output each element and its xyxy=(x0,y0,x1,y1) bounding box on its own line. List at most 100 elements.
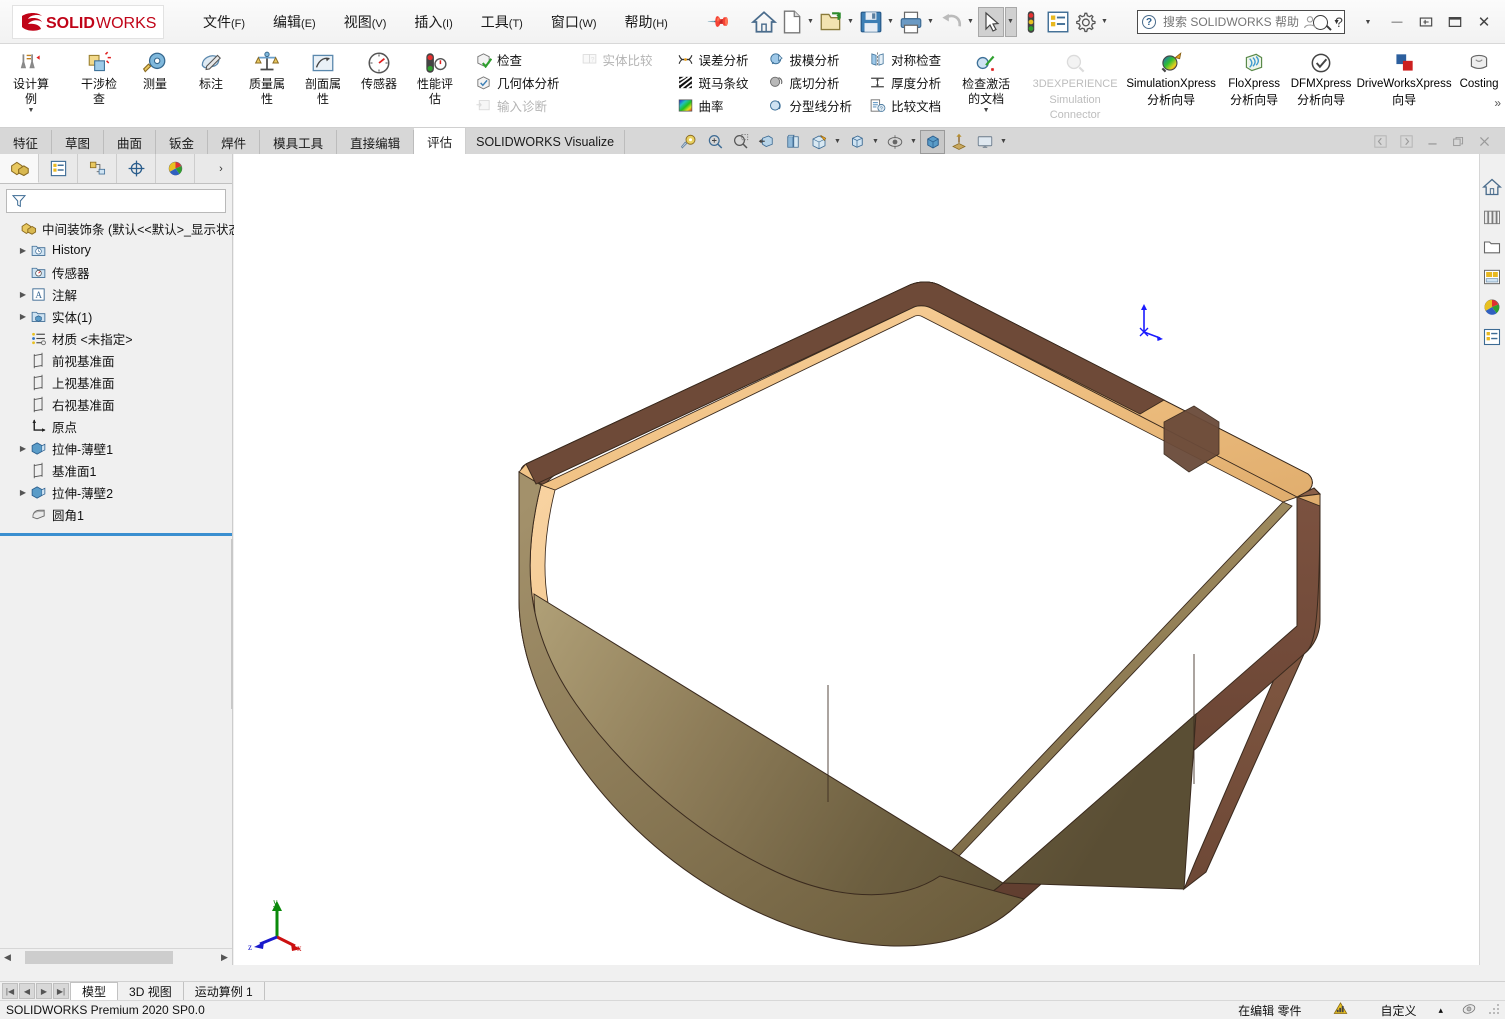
import-diagnostics-button[interactable]: 输入诊断 xyxy=(472,94,566,117)
3dexperience-simulation-connector-button[interactable]: 3DEXPERIENCE Simulation Connector xyxy=(1029,46,1121,123)
save-icon[interactable] xyxy=(858,7,884,37)
select-arrow-icon[interactable] xyxy=(977,6,1004,37)
view-palette-icon[interactable] xyxy=(1479,262,1505,292)
tab-next-icon[interactable]: ▶ xyxy=(36,983,52,999)
design-study-dropdown[interactable]: ▼ xyxy=(28,107,35,114)
search-input[interactable] xyxy=(1161,14,1314,30)
pin-icon[interactable]: 📌 xyxy=(706,9,732,34)
zebra-stripes-button[interactable]: 斑马条纹 xyxy=(674,71,755,94)
user-account-icon[interactable] xyxy=(1297,9,1323,35)
design-study-button[interactable]: 设计算 例 ▼ xyxy=(3,46,59,114)
scroll-right-icon[interactable]: ▶ xyxy=(217,950,232,965)
tab-sketch[interactable]: 草图 xyxy=(52,130,105,154)
select-dropdown[interactable]: ▼ xyxy=(1004,6,1017,37)
menu-help[interactable]: 帮助(H) xyxy=(621,9,672,35)
model-3d-render[interactable] xyxy=(234,154,1479,965)
appearances-scenes-icon[interactable] xyxy=(1479,292,1505,322)
home-icon[interactable] xyxy=(750,7,777,37)
doc-close-button[interactable] xyxy=(1473,131,1495,151)
interference-check-button[interactable]: 干涉检 查 xyxy=(71,46,127,106)
maximize-button[interactable] xyxy=(1442,9,1468,35)
doc-minimize-button[interactable] xyxy=(1421,131,1443,151)
tab-first-icon[interactable]: |◀ xyxy=(2,983,18,999)
configuration-manager-tab[interactable] xyxy=(78,154,117,183)
tree-item-plane1[interactable]: ▶ 基准面1 xyxy=(4,459,232,481)
mass-properties-button[interactable]: 质量属 性 xyxy=(239,46,295,106)
doc-prev-button[interactable] xyxy=(1369,131,1391,151)
rebuild-icon[interactable] xyxy=(1018,7,1044,37)
menu-insert[interactable]: 插入(I) xyxy=(410,9,456,35)
tab-solidworks-visualize[interactable]: SOLIDWORKS Visualize xyxy=(466,130,626,154)
tree-twisty[interactable]: ▶ xyxy=(16,290,30,299)
dimxpert-manager-tab[interactable] xyxy=(117,154,156,183)
tree-horizontal-scrollbar[interactable]: ◀ ▶ xyxy=(0,948,232,965)
view-settings-dropdown[interactable]: ▼ xyxy=(998,130,1009,154)
geometry-analysis-button[interactable]: 几何体分析 xyxy=(472,71,566,94)
tree-item-extrude-thin2[interactable]: ▶ 拉伸-薄壁2 xyxy=(4,481,232,503)
section-view-icon[interactable] xyxy=(780,130,805,154)
hide-show-items-icon[interactable] xyxy=(882,130,907,154)
curvature-button[interactable]: 曲率 xyxy=(674,94,755,117)
tree-item-fillet1[interactable]: ▶ 圆角1 xyxy=(4,503,232,525)
file-explorer-icon[interactable] xyxy=(1479,232,1505,262)
tree-item-extrude-thin1[interactable]: ▶ 拉伸-薄壁1 xyxy=(4,437,232,459)
tree-item-top-plane[interactable]: ▶ 上视基准面 xyxy=(4,371,232,393)
tree-twisty[interactable]: ▶ xyxy=(16,488,30,497)
save-dropdown[interactable]: ▼ xyxy=(885,7,897,37)
tab-mold-tools[interactable]: 模具工具 xyxy=(260,130,338,154)
undercut-analysis-button[interactable]: 底切分析 xyxy=(765,71,859,94)
driveworksxpress-button[interactable]: DriveWorksXpress 向导 xyxy=(1355,46,1453,107)
zoom-to-fit-icon[interactable] xyxy=(676,130,701,154)
menu-tools[interactable]: 工具(T) xyxy=(477,9,527,35)
restore-button[interactable] xyxy=(1413,9,1439,35)
tab-evaluate[interactable]: 评估 xyxy=(414,128,467,154)
doc-next-button[interactable] xyxy=(1395,131,1417,151)
display-style-icon[interactable] xyxy=(844,130,869,154)
view-orientation-dropdown[interactable]: ▼ xyxy=(832,130,843,154)
options-dropdown[interactable]: ▼ xyxy=(1099,7,1111,37)
tab-direct-editing[interactable]: 直接编辑 xyxy=(337,130,415,154)
tree-twisty[interactable]: ▶ xyxy=(16,246,30,255)
help-icon[interactable]: ? xyxy=(1326,9,1352,35)
undo-icon[interactable] xyxy=(938,7,964,37)
bottom-tab-3dviews[interactable]: 3D 视图 xyxy=(118,982,184,1000)
tab-weldments[interactable]: 焊件 xyxy=(208,130,261,154)
tree-item-sensors[interactable]: ▶ 传感器 xyxy=(4,261,232,283)
deviation-analysis-button[interactable]: 误差分析 xyxy=(674,48,755,71)
floxpress-button[interactable]: FloXpress 分析向导 xyxy=(1221,46,1287,107)
tree-twisty[interactable]: ▶ xyxy=(16,312,30,321)
manager-tabs-more-icon[interactable]: › xyxy=(210,154,232,183)
menu-view[interactable]: 视图(V) xyxy=(340,9,391,35)
display-style-dropdown[interactable]: ▼ xyxy=(870,130,881,154)
status-custom-label[interactable]: 自定义 xyxy=(1366,1002,1430,1019)
tree-item-right-plane[interactable]: ▶ 右视基准面 xyxy=(4,393,232,415)
rollback-bar[interactable] xyxy=(0,533,232,536)
edit-appearance-icon[interactable] xyxy=(920,129,945,154)
check-button[interactable]: 检查 xyxy=(472,48,566,71)
scroll-thumb[interactable] xyxy=(25,950,173,964)
tree-root-part[interactable]: ▸ 中间装饰条 (默认<<默认>_显示状态 xyxy=(4,217,241,239)
status-custom-caret[interactable]: ▴ xyxy=(1430,1005,1451,1016)
scroll-left-icon[interactable]: ◀ xyxy=(0,950,15,965)
new-document-icon[interactable] xyxy=(778,7,804,37)
open-document-icon[interactable] xyxy=(818,7,844,37)
tree-item-solid-bodies[interactable]: ▶ 实体(1) xyxy=(4,305,232,327)
measure-button[interactable]: 测量 xyxy=(127,46,183,91)
zoom-in-out-icon[interactable] xyxy=(728,130,753,154)
print-icon[interactable] xyxy=(898,7,924,37)
view-settings-icon[interactable] xyxy=(972,130,997,154)
graphics-viewport[interactable]: y x z *等轴测 xyxy=(234,154,1505,965)
rotate-view-icon[interactable] xyxy=(754,130,779,154)
feature-manager-tab[interactable] xyxy=(0,154,39,183)
open-document-dropdown[interactable]: ▼ xyxy=(845,7,857,37)
custom-properties-icon[interactable] xyxy=(1479,322,1505,352)
apply-scene-icon[interactable] xyxy=(946,130,971,154)
parting-line-analysis-button[interactable]: 分型线分析 xyxy=(765,94,859,117)
draft-analysis-button[interactable]: 拔模分析 xyxy=(765,48,859,71)
status-alert-icon[interactable] xyxy=(1315,1001,1366,1019)
bottom-tab-motion-study[interactable]: 运动算例 1 xyxy=(184,982,265,1000)
symmetry-check-button[interactable]: 对称检查 xyxy=(866,48,947,71)
scroll-track[interactable] xyxy=(15,950,217,964)
tree-item-origin[interactable]: ▶ 原点 xyxy=(4,415,232,437)
undo-dropdown[interactable]: ▼ xyxy=(965,7,977,37)
